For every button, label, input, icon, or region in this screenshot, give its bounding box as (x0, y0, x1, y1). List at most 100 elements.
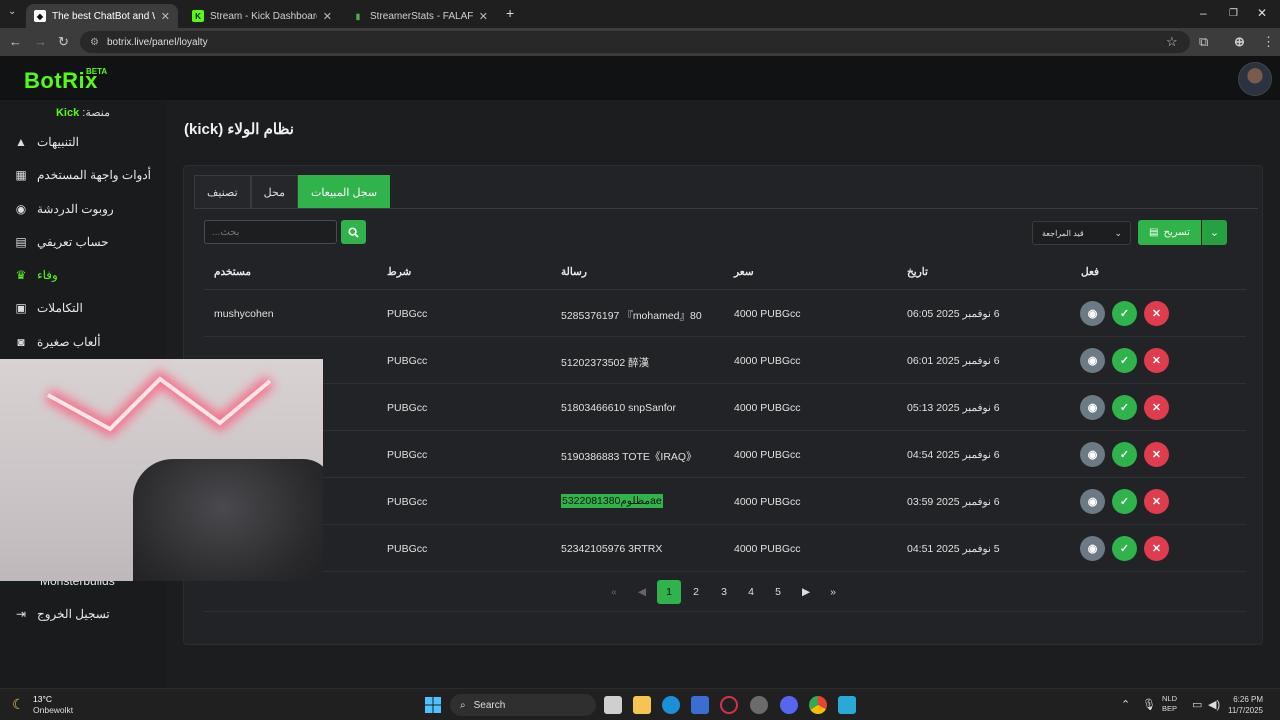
view-button[interactable]: ◉ (1080, 536, 1105, 561)
page-button-4[interactable]: 4 (739, 580, 763, 604)
avatar[interactable] (1238, 62, 1272, 96)
sidebar-item-chatbot[interactable]: ◉ روبوت الدردشة (0, 194, 166, 224)
table-row: PUBGcc 52342105976 3RTRX 4000 PUBGcc 5 ن… (204, 525, 1246, 572)
cell-message: 5190386883 TOTE《IRAQ》 (561, 451, 697, 463)
language-indicator[interactable]: NLD BEP (1162, 694, 1177, 714)
store-icon[interactable] (691, 696, 709, 714)
check-icon: ✓ (1119, 355, 1130, 367)
chrome-icon[interactable] (809, 696, 827, 714)
edge-icon[interactable] (662, 696, 680, 714)
eye-icon: ◉ (1087, 496, 1098, 508)
approve-button[interactable]: ✓ (1112, 536, 1137, 561)
sidebar-item-alerts[interactable]: ▲ التنبيهات (0, 127, 166, 157)
task-view-icon[interactable] (604, 696, 622, 714)
status-filter-select[interactable]: قيد المراجعة ⌄ (1032, 221, 1131, 245)
taskbar-search[interactable]: ⌕ Search (450, 694, 596, 716)
chair-image (133, 459, 323, 581)
reject-button[interactable]: ✕ (1144, 442, 1169, 467)
network-icon[interactable]: ▭ (1192, 698, 1202, 711)
export-dropdown-button[interactable]: ⌄ (1202, 220, 1227, 245)
trophy-icon: ♛ (15, 268, 27, 282)
browser-tab-streamerstats[interactable]: ▮ StreamerStats - FALAFELCO Pro ✕ (344, 4, 496, 28)
export-button[interactable]: ▤ تسريح (1138, 220, 1201, 245)
menu-icon[interactable]: ⋮ (1262, 34, 1275, 50)
reject-button[interactable]: ✕ (1144, 348, 1169, 373)
chevron-right-icon: ▶ (801, 586, 811, 598)
check-icon: ✓ (1119, 543, 1130, 555)
next-page-button[interactable]: ▶ (794, 580, 818, 604)
extensions-icon[interactable]: ⧉ (1199, 34, 1208, 50)
minimize-icon[interactable]: – (1200, 6, 1207, 20)
sidebar-item-integrations[interactable]: ▣ التكاملات (0, 293, 166, 323)
tab-shop[interactable]: محل (250, 175, 298, 208)
page-button-1[interactable]: 1 (657, 580, 681, 604)
page-button-3[interactable]: 3 (712, 580, 736, 604)
profile-icon[interactable]: ⊕ (1234, 34, 1245, 50)
last-page-button[interactable]: » (821, 580, 845, 604)
clock[interactable]: 6:26 PM 11/7/2025 (1228, 694, 1263, 716)
search-button[interactable] (341, 220, 366, 244)
restore-icon[interactable]: ❐ (1229, 8, 1238, 19)
windows-start-icon[interactable] (425, 697, 441, 713)
sidebar-item-logout[interactable]: ⇥ تسجيل الخروج (0, 599, 166, 629)
approve-button[interactable]: ✓ (1112, 395, 1137, 420)
view-button[interactable]: ◉ (1080, 489, 1105, 514)
active-app-icon[interactable] (838, 696, 856, 714)
check-icon: ✓ (1119, 496, 1130, 508)
reload-icon[interactable]: ↻ (58, 34, 69, 50)
tab-ranking[interactable]: تصنيف (194, 175, 251, 208)
tab-search-icon[interactable]: ⌄ (8, 6, 16, 17)
sidebar-item-profile[interactable]: ▤ حساب تعريفي (0, 227, 166, 257)
view-button[interactable]: ◉ (1080, 301, 1105, 326)
cell-message: 51803466610 snpSanfor (561, 402, 677, 414)
language-code: NLD (1162, 694, 1178, 703)
approve-button[interactable]: ✓ (1112, 489, 1137, 514)
page-button-5[interactable]: 5 (766, 580, 790, 604)
browser-tab-botrix[interactable]: ◆ The best ChatBot and Widgets ✕ (26, 4, 178, 28)
close-window-icon[interactable]: ✕ (1257, 6, 1267, 20)
back-icon[interactable]: ← (9, 34, 22, 49)
microphone-icon[interactable]: 🎙 (1142, 698, 1156, 711)
tab-sales-log[interactable]: سجل المبيعات (297, 175, 391, 208)
table-row: PUBGcc 5190386883 TOTE《IRAQ》 4000 PUBGcc… (204, 431, 1246, 478)
sidebar-item-loyalty[interactable]: ♛ وفاء (0, 260, 166, 290)
reject-button[interactable]: ✕ (1144, 489, 1169, 514)
reject-button[interactable]: ✕ (1144, 395, 1169, 420)
cell-date: 5 نوفمبر 2025 04:51 (907, 543, 1000, 555)
reject-button[interactable]: ✕ (1144, 301, 1169, 326)
close-tab-icon[interactable]: ✕ (161, 10, 170, 23)
discord-icon[interactable] (780, 696, 798, 714)
opera-icon[interactable] (720, 696, 738, 714)
check-icon: ✓ (1119, 402, 1130, 414)
tray-overflow-icon[interactable]: ⌃ (1121, 698, 1130, 711)
approve-button[interactable]: ✓ (1112, 442, 1137, 467)
approve-button[interactable]: ✓ (1112, 301, 1137, 326)
tab-title: The best ChatBot and Widgets (52, 10, 155, 22)
weather-temperature[interactable]: 13°C (33, 694, 52, 704)
new-tab-icon[interactable]: + (506, 5, 514, 21)
sidebar-item-widgets[interactable]: ▦ أدوات واجهة المستخدم (0, 160, 166, 190)
close-tab-icon[interactable]: ✕ (479, 10, 488, 23)
volume-icon[interactable]: ◀) (1208, 698, 1220, 711)
view-button[interactable]: ◉ (1080, 395, 1105, 420)
reject-button[interactable]: ✕ (1144, 536, 1169, 561)
site-info-icon[interactable]: ⚙ (90, 37, 99, 48)
view-button[interactable]: ◉ (1080, 348, 1105, 373)
sidebar-item-minigames[interactable]: ◙ ألعاب صغيرة (0, 327, 166, 357)
bookmark-star-icon[interactable]: ☆ (1166, 34, 1178, 50)
page-button-2[interactable]: 2 (684, 580, 708, 604)
forward-icon[interactable]: → (34, 34, 47, 49)
browser-tab-kick[interactable]: K Stream - Kick Dashboard ✕ (184, 4, 340, 28)
first-page-button[interactable]: « (602, 580, 626, 604)
close-tab-icon[interactable]: ✕ (323, 10, 332, 23)
weather-condition[interactable]: Onbewolkt (33, 705, 73, 715)
file-explorer-icon[interactable] (633, 696, 651, 714)
sidebar-item-label: حساب تعريفي (37, 235, 109, 249)
app-icon[interactable] (750, 696, 768, 714)
address-bar[interactable]: ⚙ botrix.live/panel/loyalty (80, 31, 1190, 53)
view-button[interactable]: ◉ (1080, 442, 1105, 467)
prev-page-button[interactable]: ◀ (630, 580, 654, 604)
loyalty-card: تصنيف محل سجل المبيعات قيد المراجعة ⌄ ▤ … (183, 165, 1263, 645)
search-input[interactable] (204, 220, 337, 244)
approve-button[interactable]: ✓ (1112, 348, 1137, 373)
